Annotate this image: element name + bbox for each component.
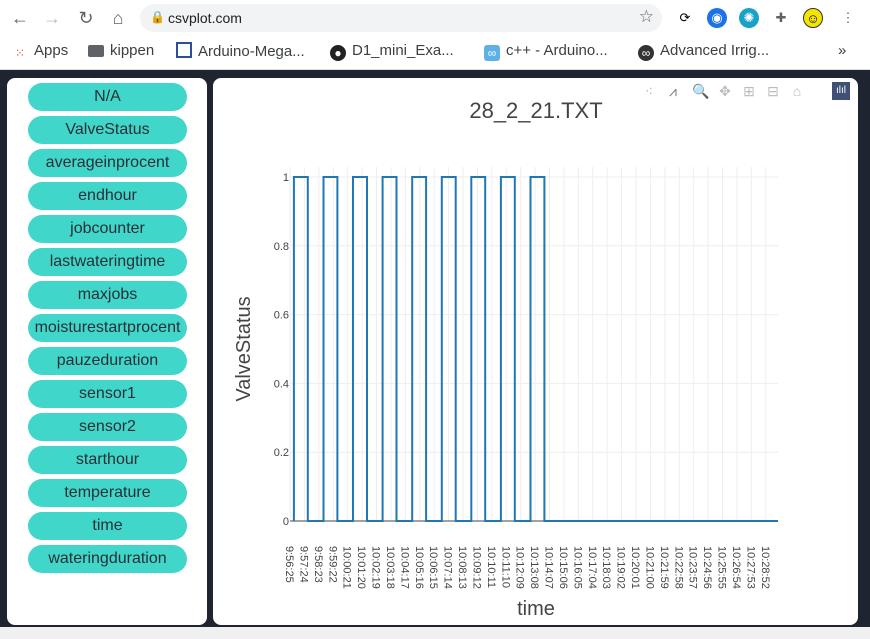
- reload-icon[interactable]: ↻: [74, 6, 98, 30]
- y-tick-label: 0.6: [274, 310, 289, 322]
- variable-sidebar: N/A ValveStatus averageinprocent endhour job…: [7, 78, 207, 625]
- chart-title: 28_2_21.TXT: [469, 98, 602, 123]
- y-tick-label: 0: [283, 516, 289, 528]
- variable-button-endhour[interactable]: endhour: [28, 182, 187, 210]
- bookmark-kippen[interactable]: kippen: [88, 42, 154, 59]
- series-line: [292, 176, 778, 522]
- stackexchange-icon: ∞: [484, 45, 500, 61]
- forward-icon[interactable]: →: [40, 6, 64, 30]
- x-tick-label: 10:00:21: [341, 546, 353, 589]
- variable-button-time[interactable]: time: [28, 512, 187, 540]
- instructables-icon: ∞: [638, 45, 654, 61]
- home-icon[interactable]: ⌂: [106, 6, 130, 30]
- x-tick-label: 10:02:19: [370, 546, 382, 589]
- extensions-puzzle-icon[interactable]: ✚: [771, 8, 791, 28]
- bookmark-apps[interactable]: ⁙ Apps: [12, 42, 68, 61]
- x-tick-label: 10:04:17: [398, 546, 410, 589]
- variable-button-pauzeduration[interactable]: pauzeduration: [28, 347, 187, 375]
- x-tick-label: 10:28:52: [759, 546, 771, 589]
- x-tick-label: 10:19:02: [615, 546, 627, 589]
- x-tick-label: 10:08:13: [456, 546, 468, 589]
- sync-extension-icon[interactable]: ⟳: [675, 8, 695, 28]
- x-tick-label: 10:06:15: [427, 546, 439, 589]
- x-tick-label: 10:07:14: [442, 546, 454, 589]
- x-tick-label: 10:13:08: [528, 546, 540, 589]
- variable-button-temperature[interactable]: temperature: [28, 479, 187, 507]
- lock-icon: 🔒: [150, 10, 165, 24]
- x-tick-label: 10:12:09: [514, 546, 526, 589]
- y-axis-label: ValveStatus: [233, 296, 255, 401]
- taskbar: [0, 627, 870, 639]
- x-tick-label: 10:21:59: [658, 546, 670, 589]
- x-tick-label: 10:15:06: [557, 546, 569, 589]
- variable-button-n-a[interactable]: N/A: [28, 83, 187, 111]
- x-tick-label: 10:27:53: [744, 546, 756, 589]
- variable-button-averageinprocent[interactable]: averageinprocent: [28, 149, 187, 177]
- x-tick-label: 9:59:22: [326, 546, 338, 583]
- x-tick-label: 10:17:04: [586, 546, 598, 589]
- x-axis-label: time: [517, 598, 555, 620]
- x-tick-label: 10:03:18: [384, 546, 396, 589]
- x-tick-label: 9:57:24: [297, 546, 309, 583]
- variable-button-jobcounter[interactable]: jobcounter: [28, 215, 187, 243]
- chart-panel: ⁖ ⩘ 🔍 ✥ ⊞ ⊟ ⌂ ılıl 28_2_21.TXT ValveStat…: [213, 78, 858, 625]
- y-tick-label: 0.4: [274, 378, 289, 390]
- x-tick-label: 10:25:55: [716, 546, 728, 589]
- variable-button-starthour[interactable]: starthour: [28, 446, 187, 474]
- x-tick-label: 10:18:03: [600, 546, 612, 589]
- bookmarks-bar: ⁙ Apps kippen Arduino-Mega... ● D1_mini_Ex…: [0, 36, 870, 66]
- y-tick-label: 0.8: [274, 241, 289, 253]
- x-tick-label: 10:23:57: [687, 546, 699, 589]
- x-tick-label: 9:56:25: [283, 546, 295, 583]
- url-text: csvplot.com: [168, 10, 242, 26]
- variable-button-sensor2[interactable]: sensor2: [28, 413, 187, 441]
- x-tick-label: 10:05:16: [413, 546, 425, 589]
- x-tick-label: 10:24:56: [701, 546, 713, 589]
- aperture-extension-icon[interactable]: ✺: [739, 8, 759, 28]
- grid-site-icon: [176, 42, 192, 58]
- chart-svg: 28_2_21.TXT ValveStatus time 9:56:25 9:57…: [233, 98, 778, 620]
- profile-avatar[interactable]: ☺: [803, 8, 823, 28]
- address-bar[interactable]: 🔒 csvplot.com ☆: [140, 4, 662, 32]
- folder-icon: [88, 45, 104, 57]
- x-tick-label: 10:21:00: [643, 546, 655, 589]
- variable-button-sensor1[interactable]: sensor1: [28, 380, 187, 408]
- menu-kebab-icon[interactable]: ⋮: [838, 8, 858, 28]
- variable-button-valvestatus[interactable]: ValveStatus: [28, 116, 187, 144]
- bookmark-arduino-mega[interactable]: Arduino-Mega...: [176, 42, 305, 60]
- variable-button-moisturestartprocent[interactable]: moisturestartprocent: [28, 314, 187, 342]
- more-bookmarks-button[interactable]: »: [838, 42, 846, 59]
- x-tick-label: 10:14:07: [543, 546, 555, 589]
- x-tick-label: 9:58:23: [312, 546, 324, 583]
- x-tick-label: 10:11:10: [499, 546, 511, 588]
- variable-button-lastwateringtime[interactable]: lastwateringtime: [28, 248, 187, 276]
- browser-chrome: ← → ↻ ⌂ 🔒 csvplot.com ☆ ⟳ ◉ ✺ ✚ ☺ ⋮ ⁙ App…: [0, 0, 870, 70]
- bookmark-advanced-irrig[interactable]: ∞ Advanced Irrig...: [638, 42, 769, 61]
- x-tick-label: 10:16:05: [571, 546, 583, 589]
- bookmark-star-icon[interactable]: ☆: [639, 7, 654, 27]
- x-tick-label: 10:01:20: [355, 546, 367, 589]
- extension-icon[interactable]: ◉: [707, 8, 727, 28]
- bookmark-cpp-arduino[interactable]: ∞ c++ - Arduino...: [484, 42, 608, 61]
- x-tick-label: 10:26:54: [730, 546, 742, 589]
- github-icon: ●: [330, 45, 346, 61]
- bookmark-d1-mini[interactable]: ● D1_mini_Exa...: [330, 42, 454, 61]
- x-tick-label: 10:09:12: [470, 546, 482, 589]
- x-tick-label: 10:22:58: [672, 546, 684, 589]
- apps-grid-icon: ⁙: [14, 46, 26, 60]
- x-tick-label: 10:10:11: [485, 546, 497, 588]
- y-tick-label: 1: [283, 172, 289, 184]
- variable-button-wateringduration[interactable]: wateringduration: [28, 545, 187, 573]
- back-icon[interactable]: ←: [8, 6, 32, 30]
- variable-button-maxjobs[interactable]: maxjobs: [28, 281, 187, 309]
- y-tick-label: 0.2: [274, 447, 289, 459]
- x-tick-label: 10:20:01: [629, 546, 641, 589]
